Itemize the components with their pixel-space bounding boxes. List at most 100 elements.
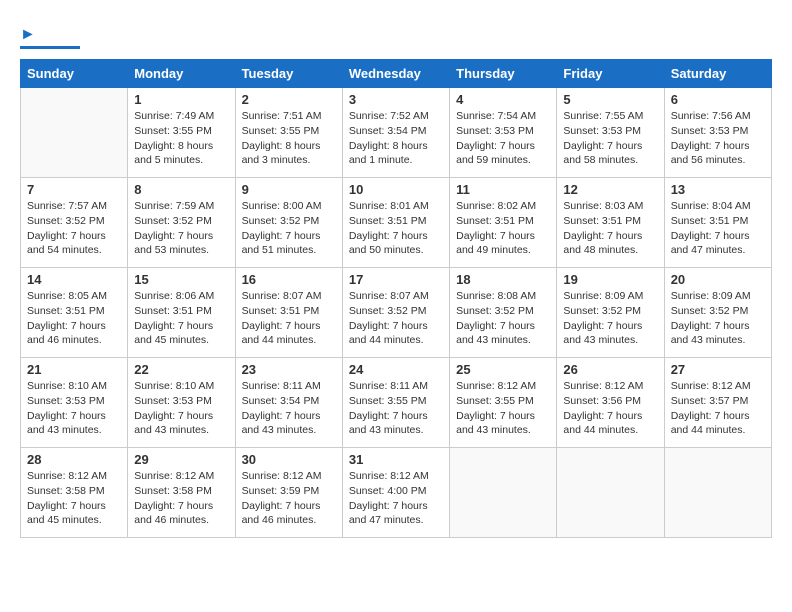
day-info: Sunrise: 8:10 AM Sunset: 3:53 PM Dayligh… <box>27 379 121 438</box>
day-number: 10 <box>349 182 443 197</box>
day-number: 26 <box>563 362 657 377</box>
day-info: Sunrise: 7:54 AM Sunset: 3:53 PM Dayligh… <box>456 109 550 168</box>
calendar-week-3: 14 Sunrise: 8:05 AM Sunset: 3:51 PM Dayli… <box>21 268 772 358</box>
calendar-day-30: 30Sunrise: 8:12 AM Sunset: 3:59 PM Dayli… <box>235 448 342 538</box>
day-number: 31 <box>349 452 443 467</box>
header-thursday: Thursday <box>450 60 557 88</box>
day-number: 30 <box>242 452 336 467</box>
day-number: 15 <box>134 272 228 287</box>
day-number: 6 <box>671 92 765 107</box>
calendar-header-row: SundayMondayTuesdayWednesdayThursdayFrid… <box>21 60 772 88</box>
day-info: Sunrise: 8:06 AM Sunset: 3:51 PM Dayligh… <box>134 289 228 348</box>
day-number: 22 <box>134 362 228 377</box>
day-info: Sunrise: 7:55 AM Sunset: 3:53 PM Dayligh… <box>563 109 657 168</box>
empty-cell <box>664 448 771 538</box>
calendar-day-31: 31 Sunrise: 8:12 AM Sunset: 4:00 PM Dayli… <box>342 448 449 538</box>
day-info: Sunrise: 7:56 AM Sunset: 3:53 PM Dayligh… <box>671 109 765 168</box>
day-info: Sunrise: 8:08 AM Sunset: 3:52 PM Dayligh… <box>456 289 550 348</box>
calendar-day-12: 12 Sunrise: 8:03 AM Sunset: 3:51 PM Dayli… <box>557 178 664 268</box>
day-info: Sunrise: 8:04 AM Sunset: 3:51 PM Dayligh… <box>671 199 765 258</box>
calendar-day-11: 11 Sunrise: 8:02 AM Sunset: 3:51 PM Dayli… <box>450 178 557 268</box>
calendar-day-10: 10 Sunrise: 8:01 AM Sunset: 3:51 PM Dayli… <box>342 178 449 268</box>
day-number: 5 <box>563 92 657 107</box>
day-info: Sunrise: 8:12 AM Sunset: 3:57 PM Dayligh… <box>671 379 765 438</box>
day-number: 2 <box>242 92 336 107</box>
day-number: 4 <box>456 92 550 107</box>
calendar-day-5: 5 Sunrise: 7:55 AM Sunset: 3:53 PM Daylig… <box>557 88 664 178</box>
day-info: Sunrise: 8:10 AM Sunset: 3:53 PM Dayligh… <box>134 379 228 438</box>
day-number: 7 <box>27 182 121 197</box>
calendar-day-21: 21Sunrise: 8:10 AM Sunset: 3:53 PM Dayli… <box>21 358 128 448</box>
day-info: Sunrise: 8:00 AM Sunset: 3:52 PM Dayligh… <box>242 199 336 258</box>
header-monday: Monday <box>128 60 235 88</box>
calendar-day-27: 27 Sunrise: 8:12 AM Sunset: 3:57 PM Dayli… <box>664 358 771 448</box>
calendar-day-23: 23 Sunrise: 8:11 AM Sunset: 3:54 PM Dayli… <box>235 358 342 448</box>
empty-cell <box>450 448 557 538</box>
calendar-day-2: 2 Sunrise: 7:51 AM Sunset: 3:55 PM Daylig… <box>235 88 342 178</box>
day-info: Sunrise: 7:57 AM Sunset: 3:52 PM Dayligh… <box>27 199 121 258</box>
page-header: ► <box>20 20 772 49</box>
calendar-day-28: 28 Sunrise: 8:12 AM Sunset: 3:58 PM Dayli… <box>21 448 128 538</box>
header-saturday: Saturday <box>664 60 771 88</box>
calendar-week-5: 28 Sunrise: 8:12 AM Sunset: 3:58 PM Dayli… <box>21 448 772 538</box>
calendar-day-16: 16Sunrise: 8:07 AM Sunset: 3:51 PM Dayli… <box>235 268 342 358</box>
day-info: Sunrise: 8:11 AM Sunset: 3:54 PM Dayligh… <box>242 379 336 438</box>
day-info: Sunrise: 8:07 AM Sunset: 3:52 PM Dayligh… <box>349 289 443 348</box>
empty-cell <box>21 88 128 178</box>
day-number: 14 <box>27 272 121 287</box>
day-number: 28 <box>27 452 121 467</box>
calendar-week-1: 1Sunrise: 7:49 AM Sunset: 3:55 PM Daylig… <box>21 88 772 178</box>
calendar-day-3: 3Sunrise: 7:52 AM Sunset: 3:54 PM Daylig… <box>342 88 449 178</box>
header-friday: Friday <box>557 60 664 88</box>
day-info: Sunrise: 8:12 AM Sunset: 3:56 PM Dayligh… <box>563 379 657 438</box>
day-info: Sunrise: 8:07 AM Sunset: 3:51 PM Dayligh… <box>242 289 336 348</box>
day-number: 27 <box>671 362 765 377</box>
calendar-day-19: 19Sunrise: 8:09 AM Sunset: 3:52 PM Dayli… <box>557 268 664 358</box>
day-info: Sunrise: 8:01 AM Sunset: 3:51 PM Dayligh… <box>349 199 443 258</box>
day-info: Sunrise: 8:12 AM Sunset: 4:00 PM Dayligh… <box>349 469 443 528</box>
day-number: 1 <box>134 92 228 107</box>
day-number: 19 <box>563 272 657 287</box>
calendar-day-24: 24 Sunrise: 8:11 AM Sunset: 3:55 PM Dayli… <box>342 358 449 448</box>
header-wednesday: Wednesday <box>342 60 449 88</box>
day-number: 23 <box>242 362 336 377</box>
calendar-day-25: 25 Sunrise: 8:12 AM Sunset: 3:55 PM Dayli… <box>450 358 557 448</box>
day-info: Sunrise: 8:05 AM Sunset: 3:51 PM Dayligh… <box>27 289 121 348</box>
calendar-week-2: 7 Sunrise: 7:57 AM Sunset: 3:52 PM Daylig… <box>21 178 772 268</box>
calendar-day-29: 29Sunrise: 8:12 AM Sunset: 3:58 PM Dayli… <box>128 448 235 538</box>
calendar-week-4: 21Sunrise: 8:10 AM Sunset: 3:53 PM Dayli… <box>21 358 772 448</box>
calendar-table: SundayMondayTuesdayWednesdayThursdayFrid… <box>20 59 772 538</box>
day-number: 12 <box>563 182 657 197</box>
calendar-day-26: 26 Sunrise: 8:12 AM Sunset: 3:56 PM Dayli… <box>557 358 664 448</box>
day-number: 25 <box>456 362 550 377</box>
calendar-day-1: 1Sunrise: 7:49 AM Sunset: 3:55 PM Daylig… <box>128 88 235 178</box>
day-number: 17 <box>349 272 443 287</box>
day-number: 20 <box>671 272 765 287</box>
day-info: Sunrise: 8:12 AM Sunset: 3:55 PM Dayligh… <box>456 379 550 438</box>
day-number: 3 <box>349 92 443 107</box>
calendar-day-22: 22 Sunrise: 8:10 AM Sunset: 3:53 PM Dayli… <box>128 358 235 448</box>
calendar-day-15: 15 Sunrise: 8:06 AM Sunset: 3:51 PM Dayli… <box>128 268 235 358</box>
empty-cell <box>557 448 664 538</box>
day-number: 13 <box>671 182 765 197</box>
header-tuesday: Tuesday <box>235 60 342 88</box>
day-info: Sunrise: 8:12 AM Sunset: 3:58 PM Dayligh… <box>27 469 121 528</box>
calendar-day-13: 13 Sunrise: 8:04 AM Sunset: 3:51 PM Dayli… <box>664 178 771 268</box>
calendar-day-4: 4 Sunrise: 7:54 AM Sunset: 3:53 PM Daylig… <box>450 88 557 178</box>
logo-bird-icon: ► <box>20 26 36 43</box>
header-sunday: Sunday <box>21 60 128 88</box>
day-info: Sunrise: 8:12 AM Sunset: 3:58 PM Dayligh… <box>134 469 228 528</box>
day-info: Sunrise: 8:02 AM Sunset: 3:51 PM Dayligh… <box>456 199 550 258</box>
day-number: 8 <box>134 182 228 197</box>
calendar-day-6: 6 Sunrise: 7:56 AM Sunset: 3:53 PM Daylig… <box>664 88 771 178</box>
calendar-day-18: 18Sunrise: 8:08 AM Sunset: 3:52 PM Dayli… <box>450 268 557 358</box>
day-number: 24 <box>349 362 443 377</box>
day-number: 9 <box>242 182 336 197</box>
day-info: Sunrise: 8:11 AM Sunset: 3:55 PM Dayligh… <box>349 379 443 438</box>
calendar-day-8: 8Sunrise: 7:59 AM Sunset: 3:52 PM Daylig… <box>128 178 235 268</box>
day-info: Sunrise: 7:51 AM Sunset: 3:55 PM Dayligh… <box>242 109 336 168</box>
calendar-day-17: 17 Sunrise: 8:07 AM Sunset: 3:52 PM Dayli… <box>342 268 449 358</box>
day-number: 11 <box>456 182 550 197</box>
calendar-day-14: 14 Sunrise: 8:05 AM Sunset: 3:51 PM Dayli… <box>21 268 128 358</box>
day-info: Sunrise: 8:03 AM Sunset: 3:51 PM Dayligh… <box>563 199 657 258</box>
